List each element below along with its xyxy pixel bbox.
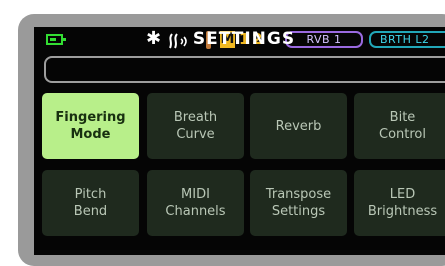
tile-fingering-mode[interactable]: Fingering Mode <box>42 93 139 159</box>
tile-transpose-settings[interactable]: Transpose Settings <box>250 170 347 236</box>
title-bar <box>44 56 445 83</box>
tile-pitch-bend[interactable]: Pitch Bend <box>42 170 139 236</box>
tile-bite-control[interactable]: Bite Control <box>354 93 445 159</box>
tile-led-brightness[interactable]: LED Brightness <box>354 170 445 236</box>
device-screen: ✱ M 1 2 RVB 1 BRTH L2 SETTINGS Fingering… <box>34 27 445 255</box>
page-title: SETTINGS <box>192 29 296 49</box>
tile-midi-channels[interactable]: MIDI Channels <box>147 170 244 236</box>
tile-breath-curve[interactable]: Breath Curve <box>147 93 244 159</box>
tile-reverb[interactable]: Reverb <box>250 93 347 159</box>
